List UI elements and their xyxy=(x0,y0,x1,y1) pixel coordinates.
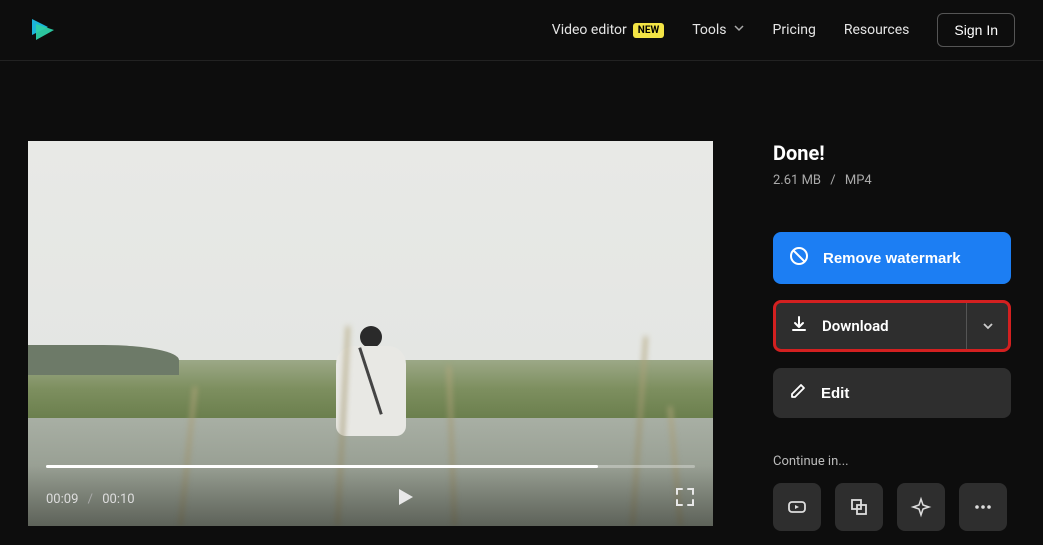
continue-video-button[interactable] xyxy=(773,483,821,531)
download-button-group: Download xyxy=(773,300,1011,352)
time-separator: / xyxy=(88,492,93,507)
nav-video-editor[interactable]: Video editor NEW xyxy=(552,22,664,38)
more-options-button[interactable] xyxy=(959,483,1007,531)
continue-combine-button[interactable] xyxy=(835,483,883,531)
video-icon xyxy=(786,496,808,518)
prohibit-icon xyxy=(789,246,809,270)
duration: 00:10 xyxy=(102,492,134,507)
video-progress-fill xyxy=(46,465,598,468)
nav-resources-label: Resources xyxy=(844,22,910,38)
status-title: Done! xyxy=(773,141,1011,165)
sparkle-icon xyxy=(910,496,932,518)
nav-tools[interactable]: Tools xyxy=(692,22,744,38)
remove-watermark-button[interactable]: Remove watermark xyxy=(773,232,1011,284)
file-meta: 2.61 MB / MP4 xyxy=(773,173,1011,188)
download-label: Download xyxy=(822,317,889,335)
file-format: MP4 xyxy=(845,173,872,188)
video-player[interactable]: 00:09 / 00:10 xyxy=(28,141,713,526)
video-time: 00:09 / 00:10 xyxy=(46,492,135,507)
download-button[interactable]: Download xyxy=(776,303,966,349)
meta-separator: / xyxy=(830,173,835,188)
continue-effects-button[interactable] xyxy=(897,483,945,531)
continue-in-label: Continue in... xyxy=(773,454,1011,469)
combine-icon xyxy=(848,496,870,518)
edit-button[interactable]: Edit xyxy=(773,368,1011,418)
pencil-icon xyxy=(789,382,807,404)
chevron-down-icon xyxy=(733,22,745,38)
download-icon xyxy=(790,315,808,337)
fullscreen-button[interactable] xyxy=(675,487,695,511)
logo[interactable] xyxy=(28,15,58,45)
play-button[interactable] xyxy=(394,486,416,512)
nav-pricing-label: Pricing xyxy=(773,22,816,38)
video-progress-bar[interactable] xyxy=(46,465,695,468)
nav-pricing[interactable]: Pricing xyxy=(773,22,816,38)
edit-label: Edit xyxy=(821,385,849,402)
new-badge: NEW xyxy=(633,23,664,38)
remove-watermark-label: Remove watermark xyxy=(823,250,961,267)
signin-button[interactable]: Sign In xyxy=(937,13,1015,47)
nav-video-editor-label: Video editor xyxy=(552,22,627,38)
download-options-button[interactable] xyxy=(966,303,1008,349)
current-time: 00:09 xyxy=(46,492,78,507)
more-icon xyxy=(972,496,994,518)
nav-resources[interactable]: Resources xyxy=(844,22,910,38)
chevron-down-icon xyxy=(981,319,995,333)
nav-tools-label: Tools xyxy=(692,22,726,38)
file-size: 2.61 MB xyxy=(773,173,821,188)
